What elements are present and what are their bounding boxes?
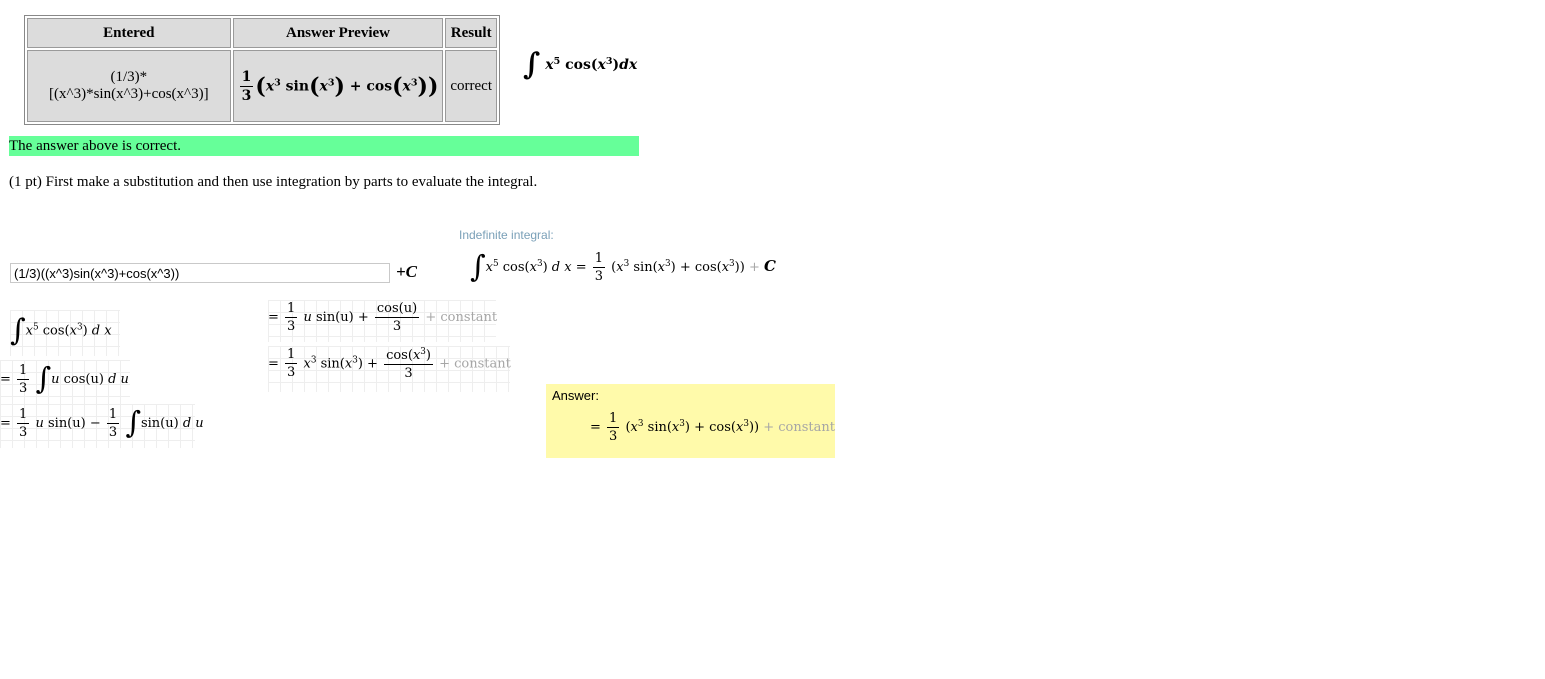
step-5: = 13 x3 sin(x3) + cos(x3) 3 + constant [268,346,511,392]
answer-box: Answer: = 13 (x3 sin(x3) + cos(x3)) + co… [546,384,835,458]
plus-c-label: +C [396,262,418,281]
status-message: The answer above is correct. [9,136,639,156]
indefinite-integral-label: Indefinite integral: [459,228,554,242]
preview-cell: 1 3 (x3 sin(x3) + cos(x3)) [232,50,444,122]
header-entered: Entered [27,18,231,48]
answer-label: Answer: [552,388,599,403]
step-1: ∫x5 cos(x3) d x [10,310,120,356]
integral-display: ∫ x5 cos(x3)dx [523,47,638,82]
answer-input[interactable] [10,263,390,283]
step-3: = 13 u sin(u) − 13 ∫sin(u) d u [0,404,204,448]
header-result: Result [445,18,497,48]
entered-cell: (1/3)*[(x^3)*sin(x^3)+cos(x^3)] [27,50,231,122]
result-cell: correct [445,50,497,122]
indefinite-integral-result: ∫x5 cos(x3) d x = 13 (x3 sin(x3) + cos(x… [470,249,776,285]
results-table: Entered Answer Preview Result (1/3)*[(x^… [24,15,500,125]
answer-expression: = 13 (x3 sin(x3) + cos(x3)) + constant [590,411,835,444]
problem-text: (1 pt) First make a substitution and the… [9,174,538,190]
step-2: = 13 ∫u cos(u) d u [0,360,130,404]
header-answer-preview: Answer Preview [232,18,444,48]
preview-fraction: 1 3 [239,68,254,104]
step-4: = 13 u sin(u) + cos(u) 3 + constant [268,300,497,342]
